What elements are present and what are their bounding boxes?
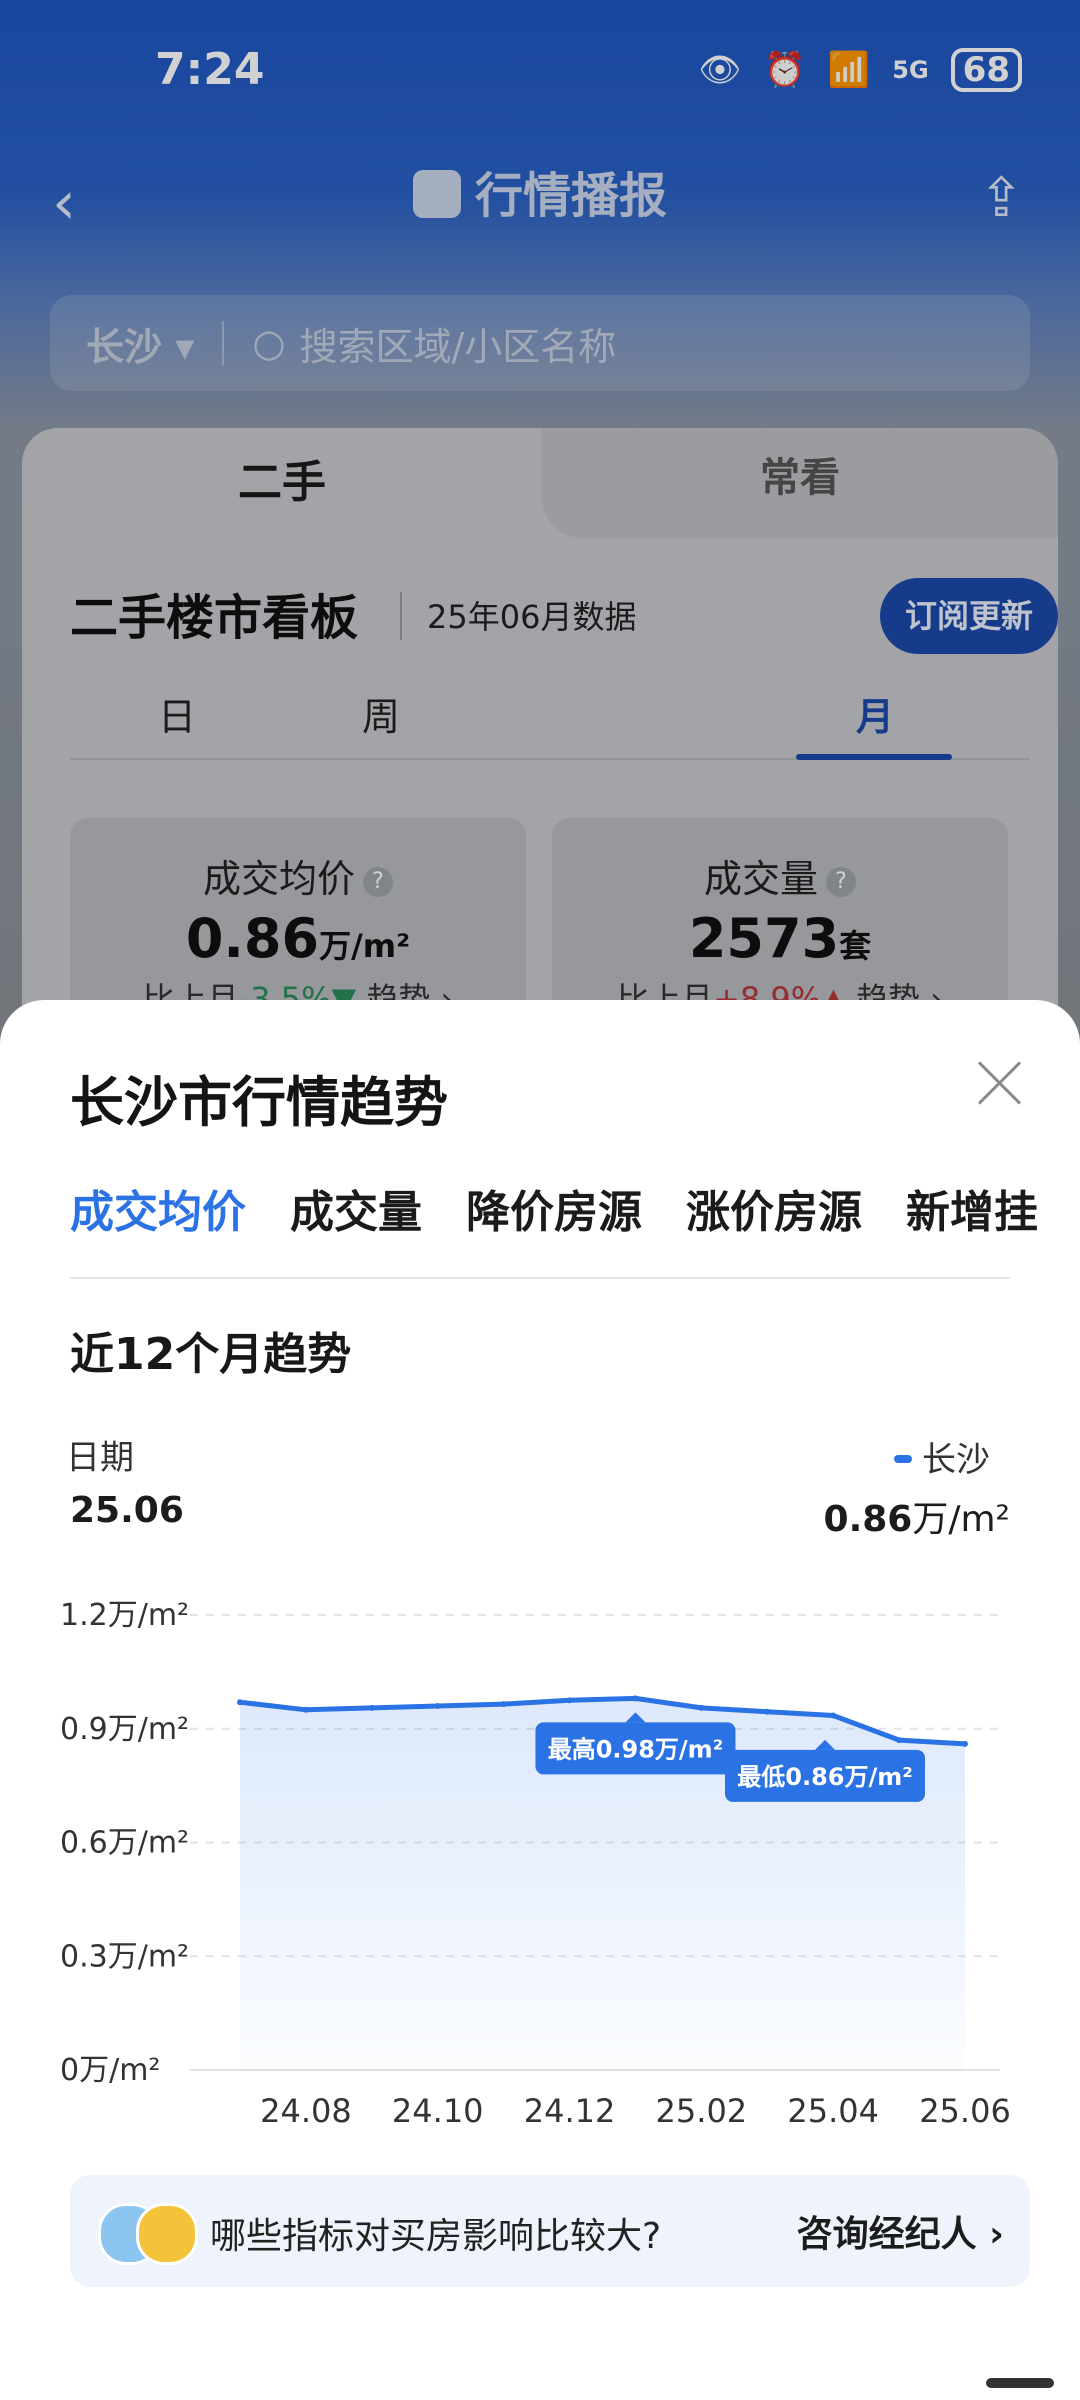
legend-item: 长沙 <box>894 1432 990 1481</box>
x-tick-label: 25.02 <box>656 2092 748 2130</box>
avatar <box>136 2203 198 2265</box>
min-annotation: 最低0.86万/m² <box>737 1763 913 1791</box>
max-annotation: 最高0.98万/m² <box>548 1735 724 1763</box>
consult-banner[interactable]: 哪些指标对买房影响比较大? 咨询经纪人 › <box>70 2175 1030 2287</box>
y-tick-label: 0.6万/m² <box>60 1826 189 1861</box>
section-title: 近12个月趋势 <box>70 1329 352 1380</box>
y-tick-label: 0.9万/m² <box>60 1712 189 1747</box>
data-point <box>237 1699 243 1706</box>
metric-tabs: 成交均价 成交量 降价房源 涨价房源 新增挂 <box>70 1176 1080 1272</box>
data-point <box>632 1695 639 1702</box>
x-tick-label: 25.04 <box>787 2092 879 2130</box>
x-tick-label: 24.10 <box>392 2092 484 2130</box>
tab-price-drop[interactable]: 降价房源 <box>466 1176 642 1240</box>
sheet-title: 长沙市行情趋势 <box>70 1071 448 1134</box>
y-tick-label: 0.3万/m² <box>60 1939 189 1974</box>
tab-avg-price[interactable]: 成交均价 <box>70 1176 246 1240</box>
home-indicator[interactable] <box>986 2378 1054 2388</box>
y-tick-label: 1.2万/m² <box>60 1598 189 1633</box>
x-tick-label: 25.06 <box>919 2092 1011 2130</box>
modal-overlay[interactable] <box>0 0 1080 1080</box>
data-point <box>368 1704 375 1711</box>
legend-value: 0.86万/m² <box>823 1499 1010 1540</box>
date-value: 25.06 <box>70 1490 184 1531</box>
legend-name: 长沙 <box>922 1440 990 1480</box>
data-point <box>896 1737 903 1744</box>
x-tick-label: 24.08 <box>260 2092 352 2130</box>
data-point <box>830 1712 837 1719</box>
tab-price-rise[interactable]: 涨价房源 <box>686 1176 862 1240</box>
tab-volume[interactable]: 成交量 <box>290 1176 422 1240</box>
consult-agent-button[interactable]: 咨询经纪人 › <box>797 2205 1004 2257</box>
x-tick-label: 24.12 <box>524 2092 616 2130</box>
legend-swatch <box>894 1455 912 1463</box>
y-tick-label: 0万/m² <box>60 2053 160 2088</box>
data-point <box>434 1703 441 1709</box>
data-point <box>566 1697 573 1704</box>
data-point <box>962 1740 968 1747</box>
date-label: 日期 <box>66 1438 134 1478</box>
data-point <box>302 1706 309 1713</box>
data-point <box>698 1704 705 1711</box>
consult-question: 哪些指标对买房影响比较大? <box>210 2216 662 2257</box>
close-icon[interactable] <box>976 1060 1022 1106</box>
trend-chart[interactable]: 0万/m² 0.3万/m² 0.6万/m² 0.9万/m² 1.2万/m² 24.08 2… <box>0 1560 1080 2140</box>
tabs-divider <box>70 1277 1010 1279</box>
tab-new-listings[interactable]: 新增挂 <box>906 1176 1038 1240</box>
data-point <box>500 1701 507 1708</box>
data-point <box>764 1708 771 1715</box>
